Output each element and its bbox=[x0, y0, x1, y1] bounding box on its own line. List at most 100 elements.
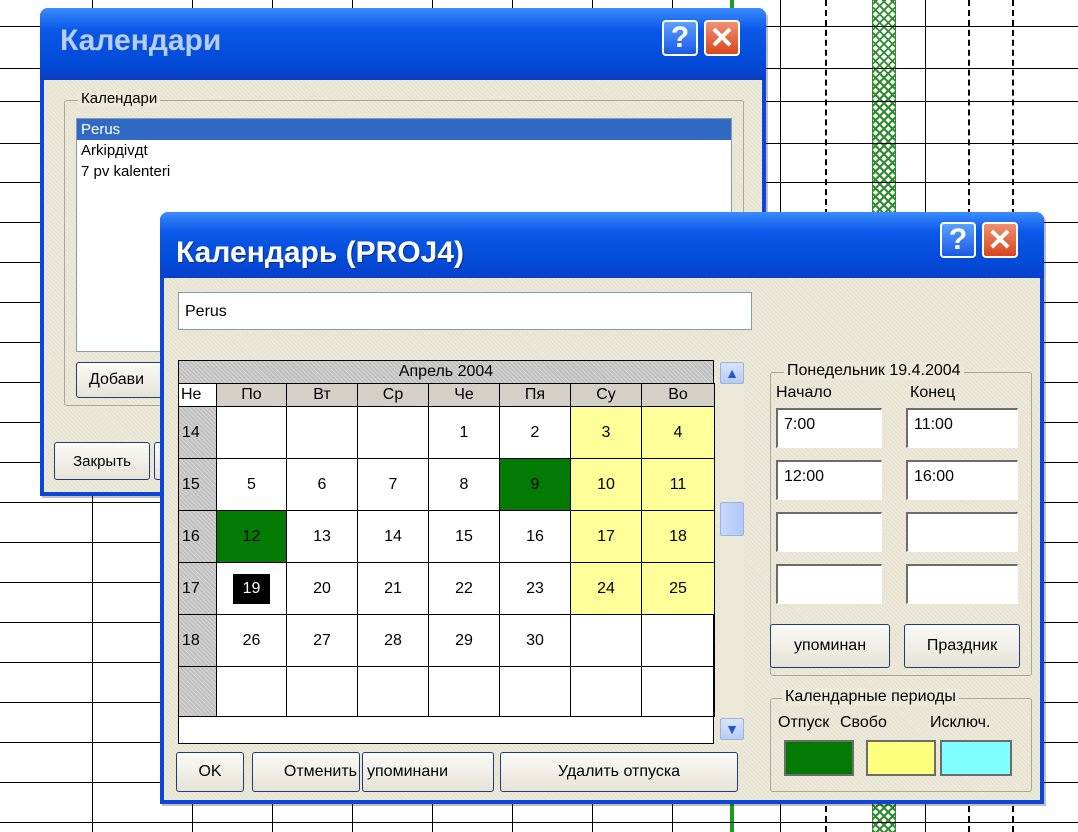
period-end-input[interactable]: 11:00 bbox=[906, 408, 1018, 448]
calendars-group-label: Календари bbox=[78, 90, 161, 107]
period-end-input[interactable] bbox=[906, 512, 1018, 552]
calendar-day-cell[interactable]: 16 bbox=[499, 510, 571, 563]
week-number: 18 bbox=[178, 614, 217, 667]
vacation-color-swatch[interactable] bbox=[784, 740, 854, 776]
month-label: Апрель 2004 bbox=[398, 363, 494, 380]
calendar-day-cell[interactable]: 20 bbox=[286, 562, 358, 615]
close-button[interactable]: Закрыть bbox=[54, 442, 150, 480]
delete-vacations-button[interactable]: Удалить отпуска bbox=[500, 752, 738, 792]
calendars-titlebar[interactable]: Календари ? ✕ bbox=[40, 8, 766, 80]
day-number: 27 bbox=[313, 631, 331, 649]
close-button-label: Закрыть bbox=[73, 452, 131, 470]
calendar-day-cell[interactable]: 19 bbox=[216, 562, 287, 615]
calendar-day-cell[interactable]: 21 bbox=[357, 562, 429, 615]
help-button[interactable]: ? bbox=[662, 20, 698, 56]
calendar-day-cell[interactable]: 24 bbox=[570, 562, 642, 615]
scroll-thumb[interactable] bbox=[720, 502, 744, 536]
day-number: 26 bbox=[242, 631, 261, 649]
period-start-input[interactable] bbox=[776, 512, 882, 552]
calendar-day-cell[interactable]: 17 bbox=[570, 510, 642, 563]
close-icon[interactable]: ✕ bbox=[982, 222, 1018, 258]
week-number-label: 17 bbox=[182, 579, 200, 597]
calendar-day-cell[interactable]: 6 bbox=[286, 458, 358, 511]
help-button[interactable]: ? bbox=[940, 222, 976, 258]
scroll-down-arrow-icon[interactable]: ▼ bbox=[720, 718, 744, 740]
calendar-day-cell[interactable]: 8 bbox=[428, 458, 500, 511]
calendar-day-cell[interactable]: 18 bbox=[641, 510, 715, 563]
holiday-button[interactable]: Праздник bbox=[904, 624, 1020, 668]
day-number: 17 bbox=[597, 527, 615, 545]
calendar-day-cell[interactable]: 11 bbox=[641, 458, 715, 511]
calendar-day-cell[interactable]: 27 bbox=[286, 614, 358, 667]
day-number: 22 bbox=[455, 579, 473, 597]
calendar-day-cell[interactable]: 7 bbox=[357, 458, 429, 511]
calendar-day-cell[interactable]: 10 bbox=[570, 458, 642, 511]
period-end-input[interactable]: 16:00 bbox=[906, 460, 1018, 500]
cancel-button[interactable]: Отменить bbox=[252, 752, 360, 792]
calendar-day-cell[interactable]: 2 bbox=[499, 406, 571, 459]
day-number: 4 bbox=[673, 423, 683, 441]
calendar-day-cell[interactable]: 13 bbox=[286, 510, 358, 563]
calendar-day-cell[interactable] bbox=[641, 666, 715, 717]
legend-label-exception: Исключ. bbox=[930, 714, 991, 731]
day-header: Пя bbox=[499, 383, 571, 407]
reminder-button[interactable]: упоминан bbox=[770, 624, 890, 668]
calendar-day-cell[interactable]: 30 bbox=[499, 614, 571, 667]
calendar-day-cell[interactable]: 4 bbox=[641, 406, 715, 459]
calendar-day-cell[interactable] bbox=[570, 614, 642, 667]
period-start-input[interactable] bbox=[776, 564, 882, 604]
list-item[interactable]: 7 pv kalenteri bbox=[77, 161, 731, 182]
calendar-day-cell[interactable] bbox=[286, 406, 358, 459]
month-scrollbar[interactable]: ▲ ▼ bbox=[720, 360, 744, 744]
calendar-day-cell[interactable]: 3 bbox=[570, 406, 642, 459]
calendar-day-cell[interactable]: 14 bbox=[357, 510, 429, 563]
day-header: По bbox=[216, 383, 287, 407]
day-number: 24 bbox=[597, 579, 615, 597]
exception-color-swatch[interactable] bbox=[940, 740, 1012, 776]
calendar-day-cell[interactable]: 25 bbox=[641, 562, 715, 615]
calendar-day-cell[interactable] bbox=[499, 666, 571, 717]
calendar-day-cell[interactable] bbox=[641, 614, 715, 667]
calendar-day-cell[interactable]: 28 bbox=[357, 614, 429, 667]
scroll-up-arrow-icon[interactable]: ▲ bbox=[720, 362, 744, 384]
start-label: Начало bbox=[776, 384, 832, 401]
calendar-titlebar[interactable]: Календарь (PROJ4) ? ✕ bbox=[160, 212, 1044, 278]
week-number: 14 bbox=[178, 406, 217, 459]
period-start-input[interactable]: 12:00 bbox=[776, 460, 882, 500]
list-item[interactable]: Perus bbox=[77, 119, 731, 140]
day-number: 5 bbox=[247, 475, 256, 493]
period-end-input[interactable] bbox=[906, 564, 1018, 604]
calendar-day-cell[interactable]: 29 bbox=[428, 614, 500, 667]
close-icon[interactable]: ✕ bbox=[704, 20, 740, 56]
calendar-week-row: 16 12 13 14 15 16 17 18 bbox=[178, 510, 715, 563]
calendar-day-cell[interactable]: 22 bbox=[428, 562, 500, 615]
calendar-day-cell[interactable] bbox=[357, 406, 429, 459]
calendar-day-cell[interactable] bbox=[216, 666, 287, 717]
day-number: 6 bbox=[317, 475, 327, 493]
calendar-day-cell[interactable]: 12 bbox=[216, 510, 287, 563]
calendar-day-cell[interactable]: 23 bbox=[499, 562, 571, 615]
week-number: 17 bbox=[178, 562, 217, 615]
calendar-name-input[interactable]: Perus bbox=[178, 292, 752, 330]
calendar-day-cell[interactable] bbox=[570, 666, 642, 717]
calendar-day-cell[interactable]: 1 bbox=[428, 406, 500, 459]
calendar-week-row: 15 5 6 7 8 9 10 11 bbox=[178, 458, 715, 511]
period-start-input[interactable]: 7:00 bbox=[776, 408, 882, 448]
calendar-day-cell[interactable] bbox=[286, 666, 358, 717]
calendar-day-cell[interactable]: 15 bbox=[428, 510, 500, 563]
calendar-day-cell[interactable] bbox=[357, 666, 429, 717]
calendar-day-cell[interactable] bbox=[216, 406, 287, 459]
calendar-day-cell[interactable]: 9 bbox=[499, 458, 571, 511]
calendar-day-cell[interactable] bbox=[428, 666, 500, 717]
list-item[interactable]: Arkipдivдt bbox=[77, 140, 731, 161]
day-number: 18 bbox=[669, 527, 687, 545]
day-number: 9 bbox=[530, 475, 540, 493]
week-number-label: 18 bbox=[182, 631, 200, 649]
day-number: 11 bbox=[669, 475, 687, 493]
legend-label-vacation: Отпуск bbox=[778, 714, 830, 731]
calendar-day-cell[interactable]: 26 bbox=[216, 614, 287, 667]
free-color-swatch[interactable] bbox=[866, 740, 936, 776]
calendar-day-cell[interactable]: 5 bbox=[216, 458, 287, 511]
ok-button[interactable]: OK bbox=[176, 752, 244, 792]
reminder-bottom-button[interactable]: упоминани bbox=[362, 752, 494, 792]
